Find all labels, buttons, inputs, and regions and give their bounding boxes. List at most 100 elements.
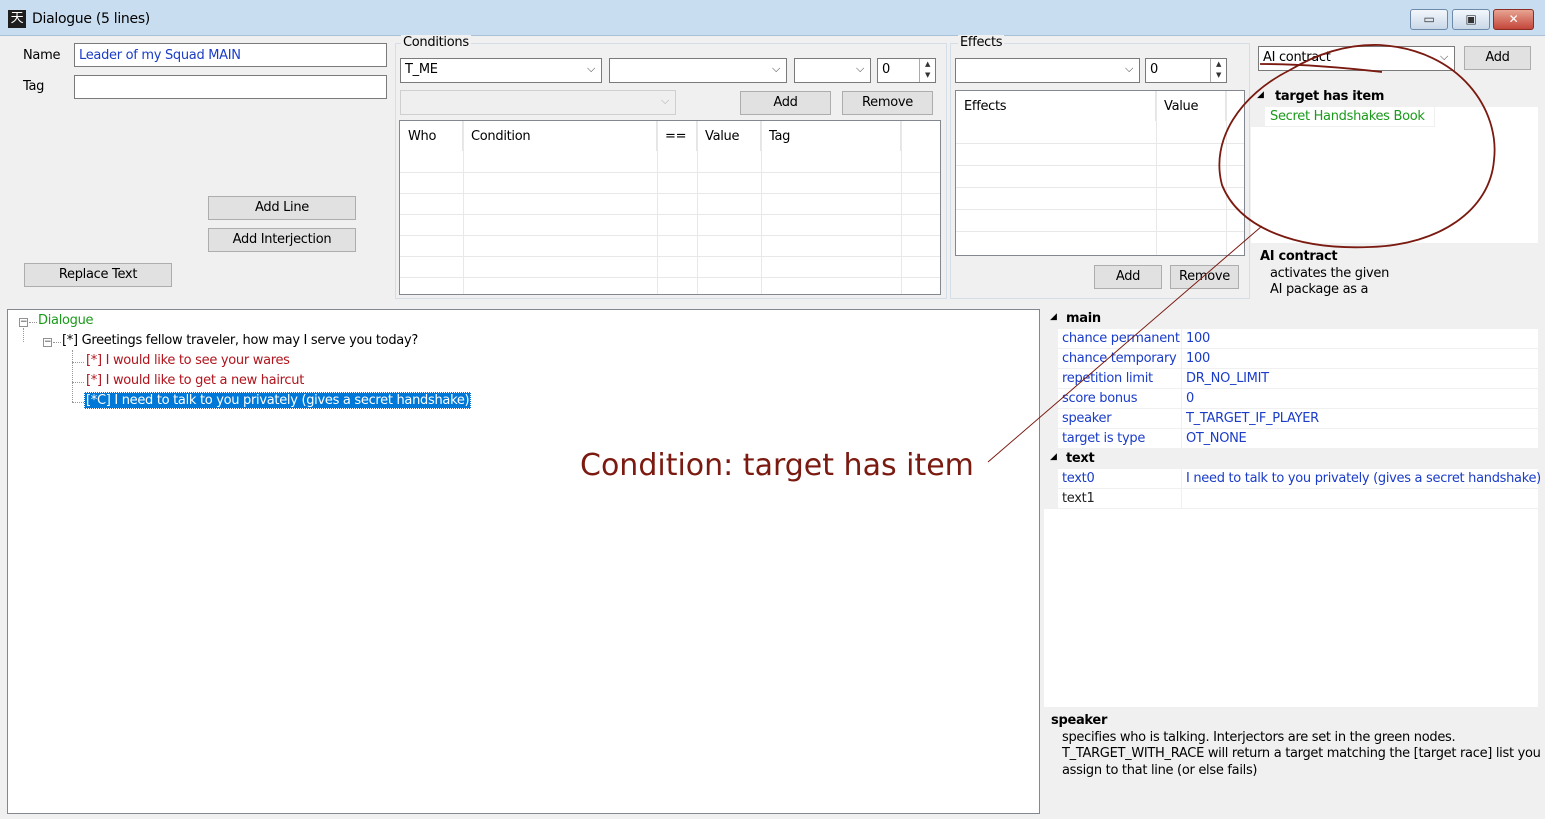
window-title: Dialogue (5 lines) xyxy=(32,11,150,27)
chevron-down-icon: ⌵ xyxy=(586,62,595,75)
minimize-button[interactable]: ▭ xyxy=(1410,9,1448,30)
condition-type-combo[interactable]: ⌵ xyxy=(609,58,787,83)
property-value[interactable]: I need to talk to you privately (gives a… xyxy=(1186,471,1541,486)
ai-help-title: AI contract xyxy=(1260,249,1338,264)
property-name: speaker xyxy=(1062,411,1112,426)
property-row[interactable]: score bonus 0 xyxy=(1044,389,1538,409)
conditions-grid[interactable]: Who Condition == Value Tag xyxy=(399,120,941,295)
collapse-triangle-icon[interactable]: ◢ xyxy=(1257,90,1264,100)
effect-value-text: 0 xyxy=(1150,62,1158,77)
property-separator xyxy=(1181,469,1182,489)
property-name: text1 xyxy=(1062,491,1095,506)
grid-line xyxy=(463,121,464,294)
grid-line xyxy=(400,235,940,236)
condition-add-button[interactable]: Add xyxy=(740,91,831,115)
tree-node-reply[interactable]: [*] I would like to see your wares xyxy=(86,353,290,368)
close-button[interactable]: ✕ xyxy=(1493,9,1534,30)
ai-category-row[interactable]: ◢ target has item xyxy=(1251,87,1538,107)
property-row[interactable]: text0 I need to talk to you privately (gi… xyxy=(1044,469,1541,489)
collapse-icon[interactable]: − xyxy=(19,318,28,327)
property-name: target is type xyxy=(1062,431,1146,446)
tree-node-greeting[interactable]: [*] Greetings fellow traveler, how may I… xyxy=(62,333,418,348)
tree-node-reply[interactable]: [*] I would like to get a new haircut xyxy=(86,373,304,388)
property-separator xyxy=(1181,329,1182,349)
spinner-arrows-icon[interactable]: ▲ ▼ xyxy=(919,59,935,82)
property-name: chance temporary xyxy=(1062,351,1177,366)
property-help-line2: T_TARGET_WITH_RACE will return a target … xyxy=(1062,746,1541,761)
condition-value-text: 0 xyxy=(882,62,890,77)
replace-text-button[interactable]: Replace Text xyxy=(24,263,172,287)
ai-property-grid[interactable]: ◢ target has item Secret Handshakes Book xyxy=(1251,87,1538,243)
name-label: Name xyxy=(23,48,61,63)
property-value[interactable]: T_TARGET_IF_PLAYER xyxy=(1186,411,1319,426)
collapse-triangle-icon[interactable]: ◢ xyxy=(1050,312,1057,322)
add-line-button[interactable]: Add Line xyxy=(208,196,356,220)
chevron-down-icon: ⌵ xyxy=(771,62,780,75)
property-row[interactable]: chance permanent 100 xyxy=(1044,329,1538,349)
property-name: score bonus xyxy=(1062,391,1138,406)
category-main-label: main xyxy=(1066,311,1101,326)
tree-connector xyxy=(72,402,84,403)
property-separator xyxy=(1181,429,1182,449)
effect-combo[interactable]: ⌵ xyxy=(955,58,1140,83)
property-value[interactable]: 100 xyxy=(1186,351,1210,366)
condition-remove-button[interactable]: Remove xyxy=(842,91,933,115)
property-name: text0 xyxy=(1062,471,1095,486)
column-header-value[interactable]: Value xyxy=(697,121,761,151)
tree-connector xyxy=(72,362,84,363)
effects-label: Effects xyxy=(958,35,1005,50)
category-text[interactable]: ◢ text xyxy=(1044,449,1538,469)
property-separator xyxy=(1181,409,1182,429)
property-value[interactable]: 0 xyxy=(1186,391,1194,406)
effect-value-spinner[interactable]: 0 ▲ ▼ xyxy=(1145,58,1227,83)
column-header-effect-value[interactable]: Value xyxy=(1156,91,1226,121)
column-header-who[interactable]: Who xyxy=(400,121,463,151)
property-row[interactable]: text1 xyxy=(1044,489,1538,509)
condition-compare-combo[interactable]: ⌵ xyxy=(794,58,871,83)
column-header-effects[interactable]: Effects xyxy=(956,91,1156,121)
chevron-down-icon: ⌵ xyxy=(660,94,669,107)
property-row[interactable]: speaker T_TARGET_IF_PLAYER xyxy=(1044,409,1538,429)
property-row[interactable]: chance temporary 100 xyxy=(1044,349,1538,369)
property-row[interactable]: repetition limit DR_NO_LIMIT xyxy=(1044,369,1538,389)
ai-item-row[interactable]: Secret Handshakes Book xyxy=(1265,107,1435,127)
grid-line xyxy=(1156,91,1157,255)
annotation-label: Condition: target has item xyxy=(580,448,974,483)
column-header-condition[interactable]: Condition xyxy=(463,121,657,151)
property-row[interactable]: target is type OT_NONE xyxy=(1044,429,1538,449)
category-main[interactable]: ◢ main xyxy=(1044,309,1538,329)
collapse-triangle-icon[interactable]: ◢ xyxy=(1050,452,1057,462)
dialogue-tree[interactable]: − Dialogue − [*] Greetings fellow travel… xyxy=(7,309,1040,814)
column-header-equals[interactable]: == xyxy=(657,121,697,151)
property-name: repetition limit xyxy=(1062,371,1153,386)
name-field[interactable] xyxy=(74,43,387,67)
conditions-label: Conditions xyxy=(401,35,471,50)
tree-connector xyxy=(23,328,24,342)
tree-node-reply-selected[interactable]: [*C] I need to talk to you privately (gi… xyxy=(84,392,472,409)
property-value[interactable]: 100 xyxy=(1186,331,1210,346)
ai-package-value: AI contract xyxy=(1263,50,1331,65)
tree-node-root[interactable]: Dialogue xyxy=(38,313,94,328)
tag-field[interactable] xyxy=(74,75,387,99)
property-value[interactable]: OT_NONE xyxy=(1186,431,1247,446)
effects-grid[interactable]: Effects Value xyxy=(955,90,1245,256)
category-text-label: text xyxy=(1066,451,1095,466)
add-interjection-button[interactable]: Add Interjection xyxy=(208,228,356,252)
effect-remove-button[interactable]: Remove xyxy=(1170,265,1239,289)
spinner-arrows-icon[interactable]: ▲ ▼ xyxy=(1210,59,1226,82)
column-header-tag[interactable]: Tag xyxy=(761,121,901,151)
property-value[interactable]: DR_NO_LIMIT xyxy=(1186,371,1269,386)
condition-tag-combo: ⌵ xyxy=(400,90,676,115)
ai-package-combo[interactable]: AI contract ⌵ xyxy=(1258,46,1455,71)
collapse-icon[interactable]: − xyxy=(43,338,52,347)
property-grid[interactable]: ◢ main chance permanent 100 chance tempora… xyxy=(1044,309,1541,707)
effect-add-button[interactable]: Add xyxy=(1094,265,1162,289)
maximize-button[interactable]: ▣ xyxy=(1452,9,1490,30)
grid-line xyxy=(400,193,940,194)
condition-value-spinner[interactable]: 0 ▲ ▼ xyxy=(877,58,936,83)
condition-who-combo[interactable]: T_ME ⌵ xyxy=(400,58,602,83)
property-help-line1: specifies who is talking. Interjectors a… xyxy=(1062,729,1456,745)
property-help-line3: assign to that line (or else fails) xyxy=(1062,762,1258,778)
grid-line xyxy=(400,256,940,257)
ai-add-button[interactable]: Add xyxy=(1464,46,1531,70)
